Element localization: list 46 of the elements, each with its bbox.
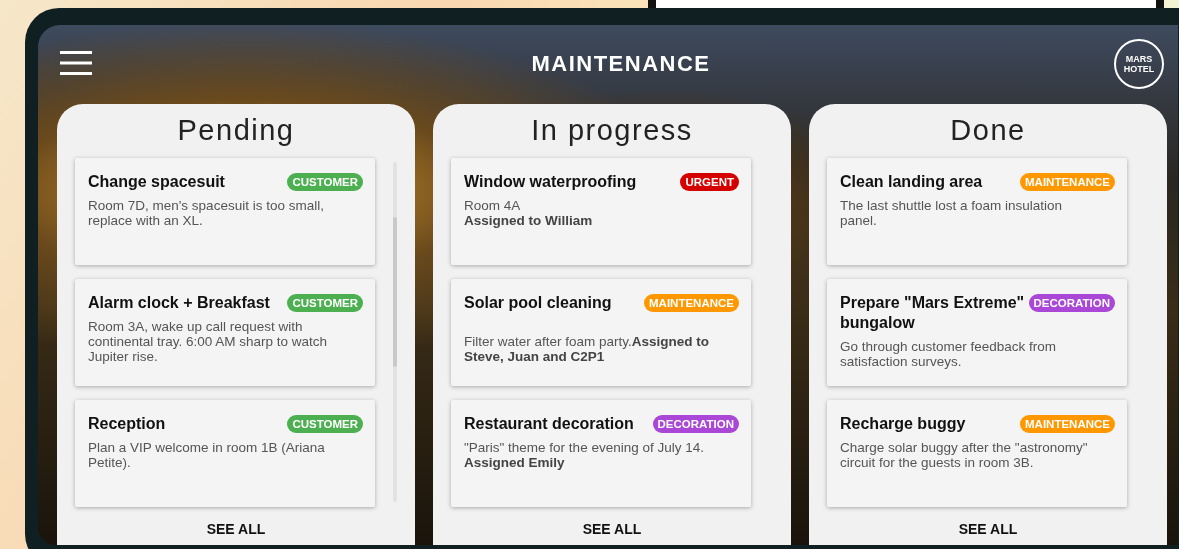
column-title: In progress (531, 113, 693, 148)
category-tag: CUSTOMER (287, 415, 363, 433)
task-description: Room 7D, men's spacesuit is too small, replace with an XL. (88, 198, 325, 228)
category-tag: MAINTENANCE (1020, 173, 1115, 191)
task-card[interactable]: Window waterproofing URGENT Room 4A Assigned to William (451, 158, 751, 265)
see-all-button[interactable]: SEE ALL (952, 519, 1024, 539)
task-description: Room 4A Assigned to William (464, 198, 594, 228)
task-card[interactable]: Alarm clock + Breakfast CUSTOMER Room 3A, wake up call request with continental tray. 6:00 AM sharp to watch Jupiter rise. (75, 279, 375, 386)
task-title: Prepare "Mars Extreme" bungalow (840, 293, 1025, 333)
column-title: Pending (177, 113, 295, 148)
scrollbar[interactable] (393, 162, 397, 502)
task-title: Window waterproofing (464, 172, 637, 192)
menu-icon[interactable] (60, 50, 92, 76)
hotel-logo: MARS HOTEL (1114, 39, 1164, 89)
category-tag: MAINTENANCE (644, 294, 739, 312)
task-card[interactable]: Prepare "Mars Extreme" bungalow DECORATION Go through customer feedback from satisfaction surveys. (827, 279, 1127, 386)
task-title: Restaurant decoration (464, 414, 634, 434)
task-title: Alarm clock + Breakfast (88, 293, 270, 313)
task-title: Recharge buggy (840, 414, 966, 434)
task-description: Room 3A, wake up call request with continental tray. 6:00 AM sharp to watch Jupiter rise. (88, 319, 329, 364)
category-tag: DECORATION (652, 415, 739, 433)
task-card[interactable]: Solar pool cleaning MAINTENANCE Filter water after foam party.Assigned to Steve, Juan and C2P1 (451, 279, 751, 386)
category-tag: CUSTOMER (287, 173, 363, 191)
task-description: Charge solar buggy after the "astronomy" circuit for the guests in room 3B. (840, 440, 1089, 470)
task-description: Go through customer feedback from satisfaction surveys. (840, 339, 1058, 369)
task-title: Solar pool cleaning (464, 293, 612, 313)
category-tag: URGENT (680, 173, 739, 191)
task-card[interactable]: Change spacesuit CUSTOMER Room 7D, men's spacesuit is too small, replace with an XL. (75, 158, 375, 265)
category-tag: DECORATION (1028, 294, 1115, 312)
task-description: The last shuttle lost a foam insulation panel. (840, 198, 1064, 228)
task-card[interactable]: Restaurant decoration DECORATION "Paris" theme for the evening of July 14. Assigned Emily (451, 400, 751, 507)
task-title: Reception (88, 414, 166, 434)
column-title: Done (950, 113, 1026, 148)
task-description: Filter water after foam party.Assigned to Steve, Juan and C2P1 (464, 333, 711, 364)
task-card[interactable]: Clean landing area MAINTENANCE The last shuttle lost a foam insulation panel. (827, 158, 1127, 265)
task-title: Clean landing area (840, 172, 983, 192)
task-title: Change spacesuit (88, 172, 225, 192)
category-tag: MAINTENANCE (1020, 415, 1115, 433)
page-title: MAINTENANCE (531, 51, 711, 77)
task-description: "Paris" theme for the evening of July 14. Assigned Emily (464, 440, 705, 470)
see-all-button[interactable]: SEE ALL (576, 519, 648, 539)
see-all-button[interactable]: SEE ALL (200, 519, 272, 539)
task-description: Plan a VIP welcome in room 1B (Ariana Petite). (88, 440, 326, 470)
task-card[interactable]: Recharge buggy MAINTENANCE Charge solar buggy after the "astronomy" circuit for the guests in room 3B. (827, 400, 1127, 507)
task-card[interactable]: Reception CUSTOMER Plan a VIP welcome in room 1B (Ariana Petite). (75, 400, 375, 507)
category-tag: CUSTOMER (287, 294, 363, 312)
